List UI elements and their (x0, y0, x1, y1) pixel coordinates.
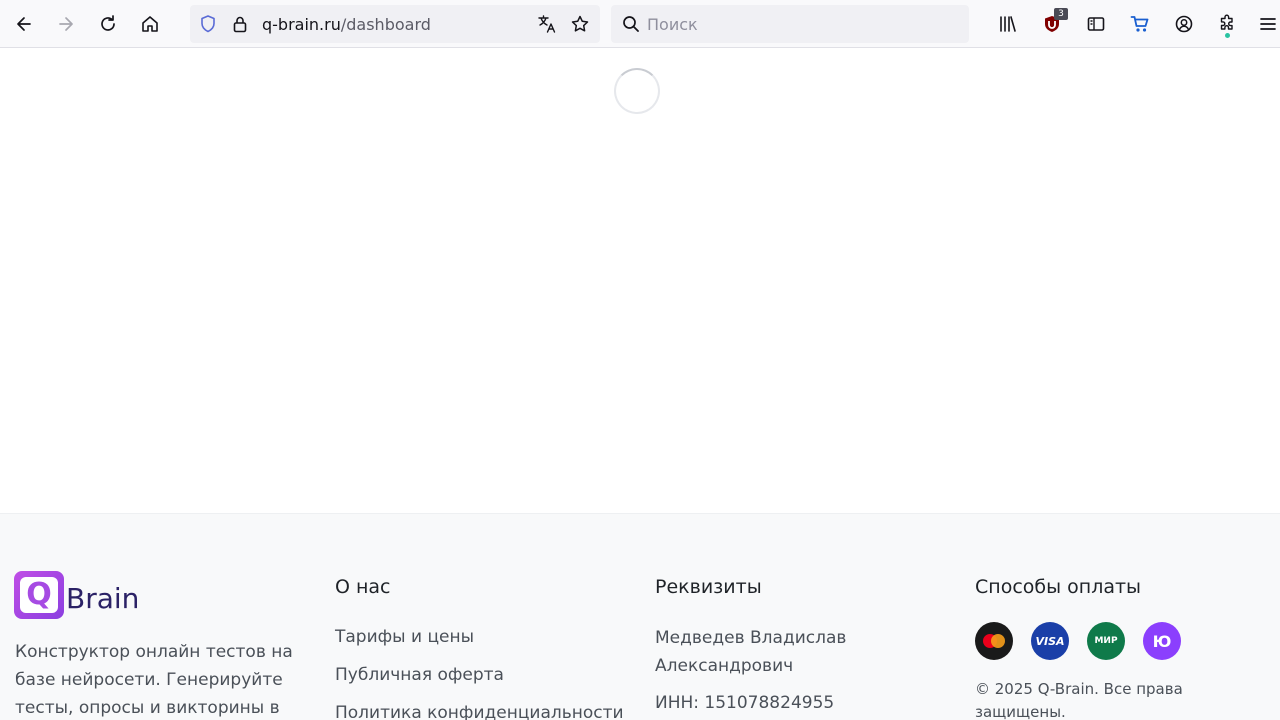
ublock-button[interactable]: 3 (1036, 8, 1068, 40)
account-icon (1175, 15, 1193, 33)
visa-icon: VISA (1031, 622, 1069, 660)
lock-icon (233, 16, 247, 33)
home-icon (142, 16, 158, 32)
reload-icon (101, 15, 115, 31)
menu-icon (1260, 18, 1276, 30)
account-button[interactable] (1168, 8, 1200, 40)
copyright-text: © 2025 Q-Brain. Все права защищены. (975, 680, 1183, 720)
url-path: /dashboard (340, 15, 431, 34)
requisites-name: Медведев Владислав Александрович (655, 628, 847, 676)
privacy-link[interactable]: Политика конфиденциальности (335, 703, 624, 720)
mir-icon: МИР (1087, 622, 1125, 660)
requisites-heading: Реквизиты (655, 576, 762, 598)
site-info-button[interactable] (230, 14, 250, 34)
url-domain: q-brain.ru (262, 15, 341, 34)
requisites-inn: ИНН: 151078824955 (655, 693, 835, 713)
footer-description: Конструктор онлайн тестов на базе нейрос… (15, 642, 293, 718)
tracking-protection-button[interactable] (198, 14, 218, 34)
cart-extension-button[interactable] (1124, 8, 1156, 40)
translate-icon (538, 15, 556, 33)
extension-badge: 3 (1054, 8, 1068, 20)
yoomoney-icon: Ю (1143, 622, 1181, 660)
search-bar[interactable] (611, 5, 969, 43)
logo-text: Brain (66, 582, 140, 615)
site-footer: Q Brain Конструктор онлайн тестов на баз… (0, 513, 1280, 720)
bookmark-button[interactable] (570, 14, 590, 34)
logo-mark: Q (14, 571, 64, 619)
search-icon (623, 16, 639, 32)
qbrain-logo[interactable]: Q Brain (14, 571, 144, 619)
reload-button[interactable] (92, 8, 124, 40)
back-icon (17, 17, 31, 31)
offer-link[interactable]: Публичная оферта (335, 665, 504, 685)
library-button[interactable] (992, 8, 1024, 40)
search-input[interactable] (647, 13, 947, 35)
extensions-icon (1220, 14, 1233, 30)
back-button[interactable] (8, 8, 40, 40)
home-button[interactable] (134, 8, 166, 40)
loading-spinner (614, 68, 660, 114)
url-text[interactable]: q-brain.ru/dashboard (262, 15, 431, 34)
extension-dot (1225, 33, 1230, 38)
address-bar[interactable]: q-brain.ru/dashboard (190, 5, 600, 43)
logo-letter: Q (26, 577, 52, 612)
payment-heading: Способы оплаты (975, 576, 1142, 598)
menu-button[interactable] (1252, 8, 1280, 40)
star-icon (571, 15, 589, 32)
translate-button[interactable] (537, 14, 557, 34)
library-icon (1000, 16, 1016, 32)
sidebar-button[interactable] (1080, 8, 1112, 40)
about-heading: О нас (335, 576, 391, 598)
shield-icon (201, 15, 215, 33)
cart-icon (1130, 16, 1149, 32)
browser-toolbar: q-brain.ru/dashboard 3 (0, 0, 1280, 48)
sidebar-icon (1087, 17, 1105, 31)
extensions-button[interactable] (1211, 8, 1243, 40)
forward-button[interactable] (50, 8, 82, 40)
forward-icon (59, 17, 73, 31)
mastercard-icon (975, 622, 1013, 660)
pricing-link[interactable]: Тарифы и цены (335, 627, 474, 647)
